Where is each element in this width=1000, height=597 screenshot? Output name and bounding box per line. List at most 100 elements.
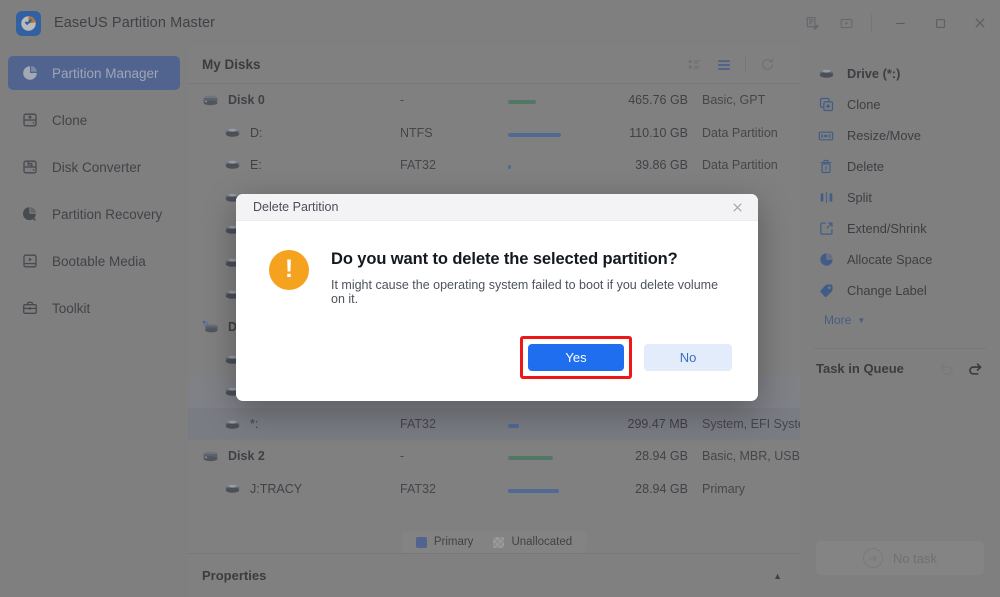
split-icon — [816, 190, 836, 205]
sidebar-item-label: Clone — [52, 112, 88, 128]
task-queue-title: Task in Queue — [816, 360, 904, 376]
refresh-icon[interactable] — [752, 52, 782, 78]
titlebar-divider — [871, 14, 872, 32]
sidebar-item-toolkit[interactable]: Toolkit — [8, 291, 180, 325]
toolbar-divider — [745, 56, 746, 73]
more-actions-button[interactable]: More ▼ — [800, 306, 1000, 334]
tag-icon — [816, 283, 836, 298]
extend-shrink-icon — [816, 221, 836, 236]
dialog-title: Delete Partition — [253, 200, 339, 214]
my-disks-header: My Disks — [188, 46, 800, 84]
row-name: D: — [250, 125, 263, 140]
legend-label: Primary — [433, 536, 474, 548]
yes-button-highlight: Yes — [520, 336, 632, 379]
action-item-clone[interactable]: Clone — [800, 89, 1000, 120]
partition-recovery-icon — [20, 206, 40, 222]
toolkit-icon — [20, 300, 40, 316]
task-queue-header: Task in Queue — [800, 349, 1000, 387]
hard-disk-icon — [202, 320, 228, 334]
row-name: Disk 2 — [228, 449, 265, 464]
sidebar-item-bootable-media[interactable]: Bootable Media — [8, 244, 180, 278]
row-size: 110.10 GB — [629, 125, 688, 140]
sidebar-item-disk-converter[interactable]: Disk Converter — [8, 150, 180, 184]
properties-bar[interactable]: Properties ▲ — [188, 553, 800, 597]
page-title: My Disks — [202, 57, 261, 72]
action-item-label: Clone — [847, 97, 881, 112]
sidebar-item-label: Partition Manager — [52, 65, 159, 81]
arrow-right-circle-icon: ➔ — [862, 548, 883, 568]
legend-swatch-primary — [415, 536, 427, 548]
pie-chart-icon — [20, 65, 40, 81]
bootable-media-icon — [20, 253, 40, 269]
action-item-drive: Drive (*:) — [800, 58, 1000, 89]
close-button[interactable] — [960, 4, 1000, 42]
minimize-button[interactable] — [880, 4, 920, 42]
no-task-label: No task — [892, 550, 938, 566]
action-item-label: Extend/Shrink — [847, 221, 927, 236]
sidebar-item-partition-manager[interactable]: Partition Manager — [8, 56, 180, 90]
feedback-icon[interactable] — [795, 6, 829, 40]
action-item-extend-shrink[interactable]: Extend/Shrink — [800, 213, 1000, 244]
row-filesystem: - — [400, 93, 405, 108]
sidebar-item-label: Bootable Media — [52, 253, 146, 269]
row-size: 299.47 MB — [627, 417, 688, 432]
row-type: Primary — [702, 481, 746, 496]
action-item-delete[interactable]: Delete — [800, 151, 1000, 182]
row-size: 28.94 GB — [635, 449, 688, 464]
partition-row[interactable]: D: NTFS 110.10 GB Data Partition — [188, 116, 800, 148]
action-item-change-label[interactable]: Change Label — [800, 275, 1000, 306]
row-name: Disk 0 — [228, 93, 265, 108]
row-name: E: — [250, 157, 262, 172]
properties-label: Properties — [202, 568, 267, 583]
yes-button[interactable]: Yes — [528, 344, 624, 371]
clone-icon — [816, 97, 836, 112]
sidebar: Partition Manager Clone Disk Converter P… — [0, 46, 188, 597]
chevron-up-icon[interactable]: ▲ — [773, 571, 782, 581]
no-button[interactable]: No — [644, 344, 732, 371]
app-title: EaseUS Partition Master — [54, 15, 216, 31]
dialog-heading: Do you want to delete the selected parti… — [331, 250, 678, 268]
sidebar-item-clone[interactable]: Clone — [8, 103, 180, 137]
partition-icon — [224, 158, 250, 171]
action-item-label: Split — [847, 190, 872, 205]
disk-row[interactable]: Disk 0 - 465.76 GB Basic, GPT — [188, 84, 800, 116]
redo-icon[interactable] — [967, 360, 984, 377]
sidebar-item-partition-recovery[interactable]: Partition Recovery — [8, 197, 180, 231]
partition-row[interactable]: *: FAT32 299.47 MB System, EFI System Parti… — [188, 407, 865, 441]
action-item-allocate-space[interactable]: Allocate Space — [800, 244, 1000, 275]
partition-row[interactable]: J:TRACY FAT32 28.94 GB Primary — [188, 473, 800, 505]
row-name: J:TRACY — [250, 481, 303, 496]
action-item-split[interactable]: Split — [800, 182, 1000, 213]
titlebar-controls — [795, 0, 1000, 46]
dialog-buttons: Yes No — [520, 336, 732, 379]
application-window: EaseUS Partition Master Partition Manage… — [0, 0, 1000, 597]
disk-converter-icon — [20, 159, 40, 175]
list-view-icon[interactable] — [709, 52, 739, 78]
hard-disk-icon — [202, 94, 228, 107]
action-item-resize-move[interactable]: Resize/Move — [800, 120, 1000, 151]
allocate-space-icon — [816, 252, 836, 267]
row-filesystem: - — [400, 449, 405, 464]
partition-row[interactable]: E: FAT32 39.86 GB Data Partition — [188, 149, 800, 181]
dropdown-menu-icon[interactable] — [829, 6, 863, 40]
disk-row[interactable]: Disk 2-28.94 GB Basic, MBR, USB-Removable — [188, 440, 867, 472]
action-item-label: Drive (*:) — [847, 66, 901, 81]
dialog-subtext: It might cause the operating system fail… — [331, 278, 719, 306]
maximize-button[interactable] — [920, 4, 960, 42]
dialog-body: ! Do you want to delete the selected par… — [236, 221, 758, 306]
close-icon[interactable] — [722, 195, 752, 219]
undo-icon[interactable] — [938, 360, 955, 377]
more-label: More — [824, 313, 852, 327]
grid-view-icon[interactable] — [679, 52, 709, 78]
drive-icon — [816, 67, 836, 80]
no-task-button: ➔ No task — [816, 541, 984, 575]
row-filesystem: NTFS — [400, 125, 433, 140]
partition-icon — [224, 418, 250, 431]
warning-exclamation-icon: ! — [269, 250, 309, 290]
row-type: Data Partition — [702, 125, 778, 140]
row-size: 39.86 GB — [635, 157, 688, 172]
title-bar: EaseUS Partition Master — [0, 0, 1000, 46]
legend: Primary Unallocated — [188, 531, 800, 553]
row-type: Basic, GPT — [702, 93, 766, 108]
row-size: 28.94 GB — [635, 481, 688, 496]
